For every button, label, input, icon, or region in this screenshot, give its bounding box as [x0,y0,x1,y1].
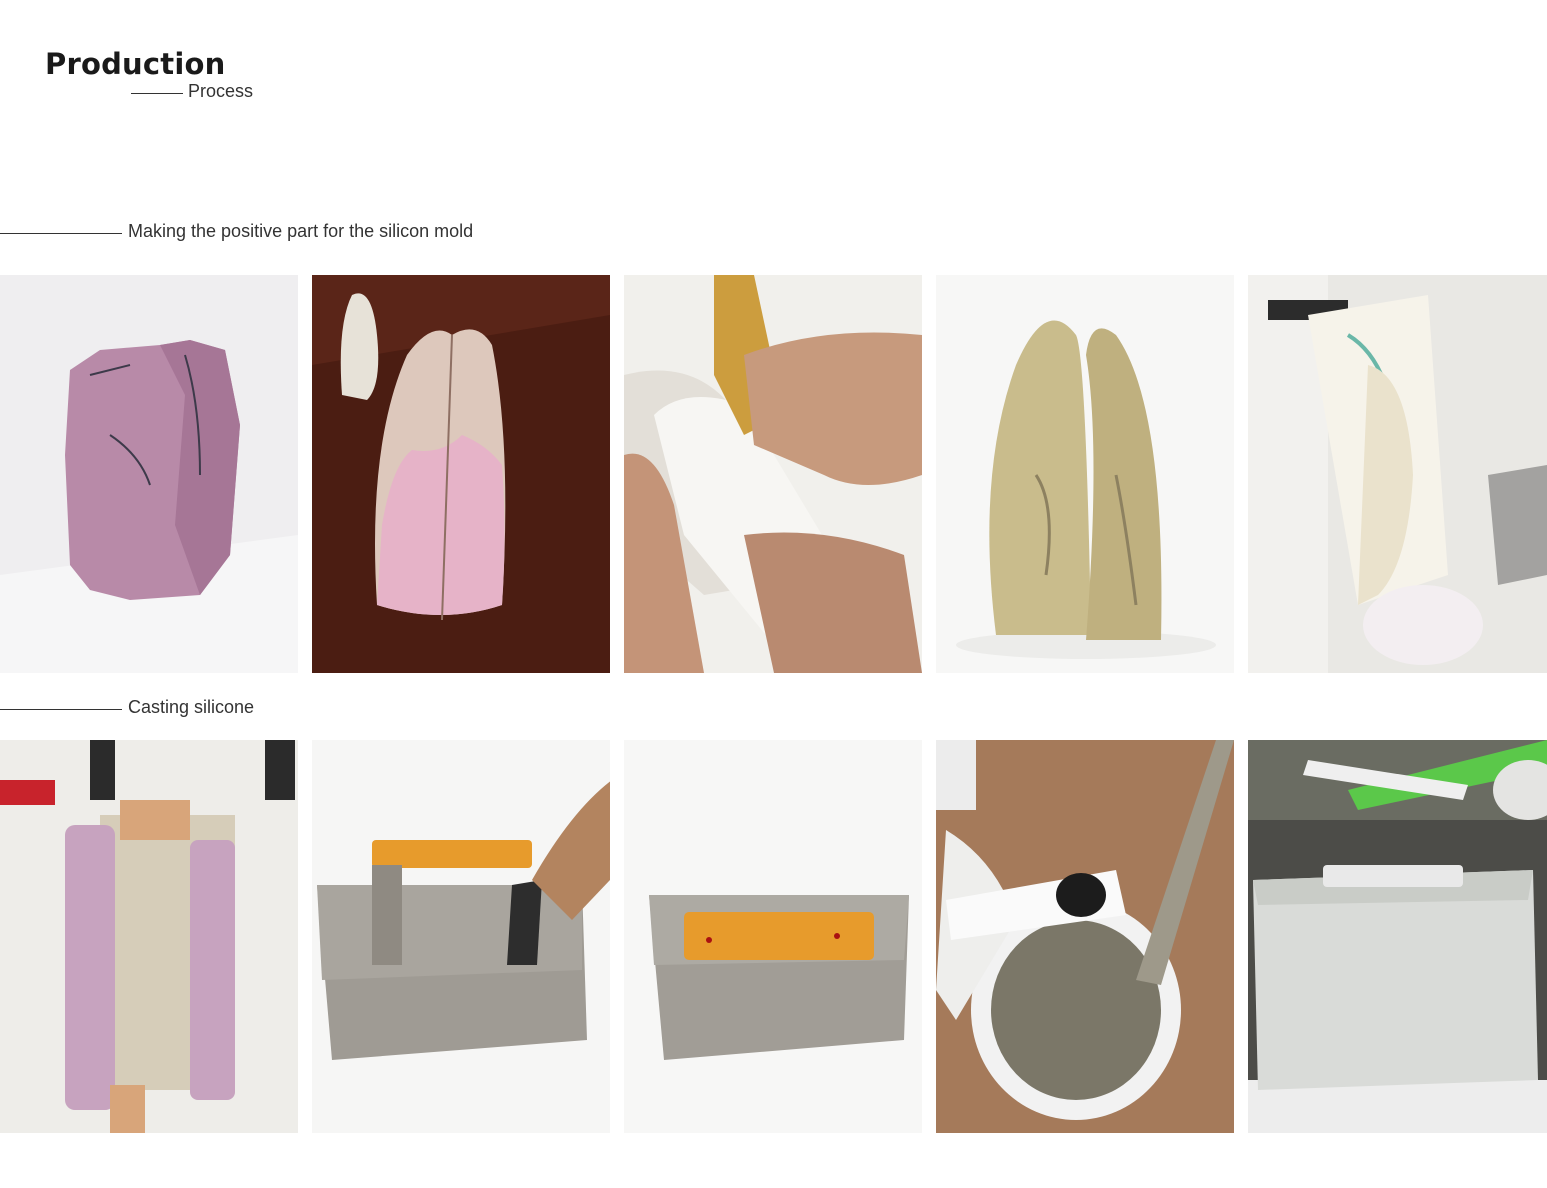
photo-mold-box-setup [1248,275,1547,673]
photo-foam-block [0,275,298,673]
section-label-casting-silicone: Casting silicone [128,697,255,717]
photo-sanding [624,275,922,673]
photo-clay-covered-form [312,275,610,673]
photo-mold-with-orange-tab [624,740,922,1133]
photo-resin-positive [936,275,1234,673]
section-label-positive-part: Making the positive part for the silicon… [128,221,474,241]
section-divider [0,709,122,710]
photo-silicone-clamped [0,740,298,1133]
subtitle-divider [131,93,183,94]
photo-mold-with-bridge [312,740,610,1133]
page-subtitle: Process [188,81,254,101]
page-title: Production [45,47,226,81]
section-divider [0,233,122,234]
photo-cured-silicone-block [1248,740,1547,1133]
photo-mixing-silicone [936,740,1234,1133]
